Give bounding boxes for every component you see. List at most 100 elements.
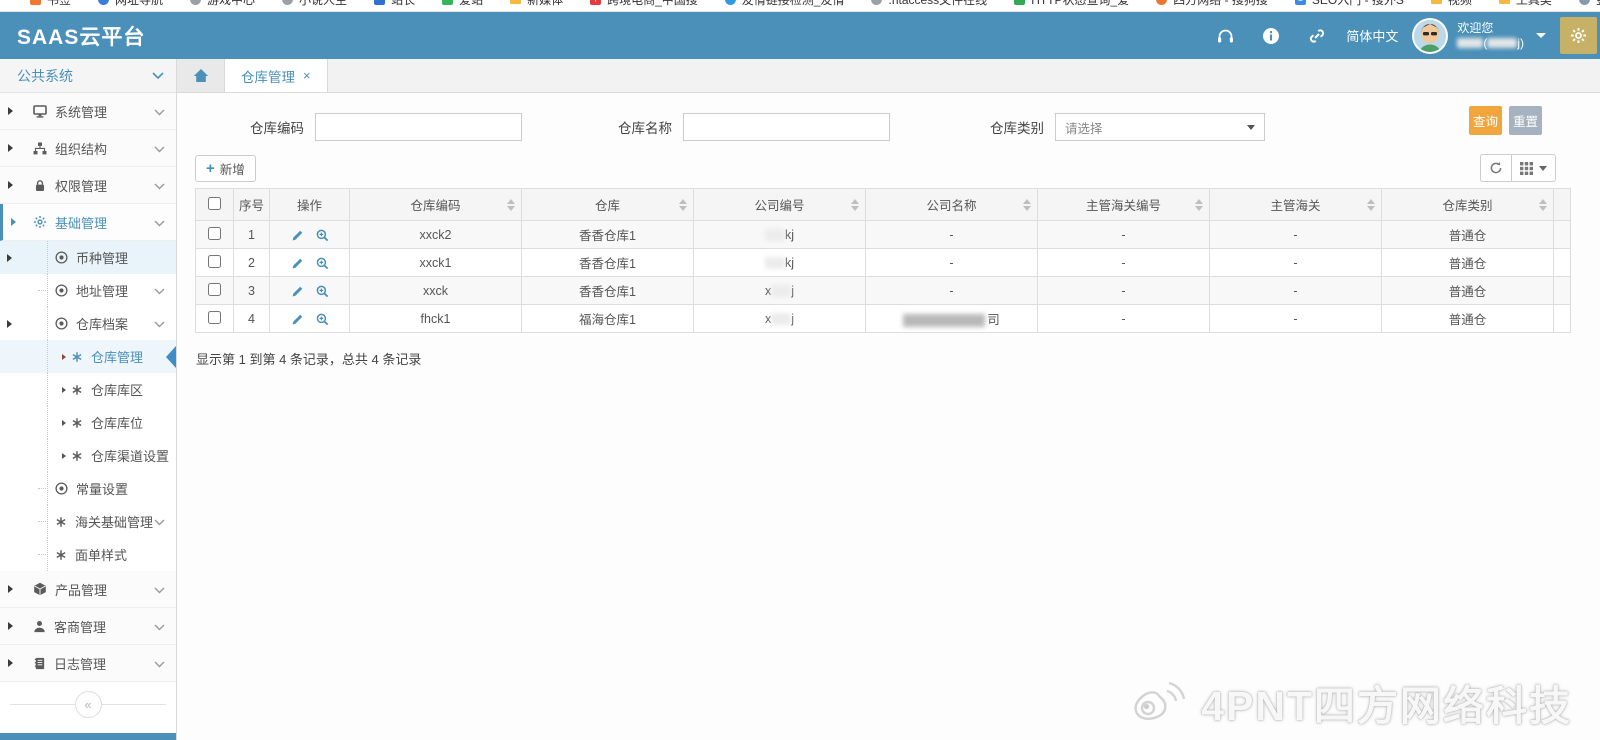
column-header-company-no[interactable]: 公司编号 xyxy=(694,189,866,221)
bookmark-item[interactable]: 网址导航 xyxy=(98,0,163,8)
tab-home[interactable] xyxy=(177,59,225,92)
add-button[interactable]: + 新增 xyxy=(195,155,256,182)
bookmark-item[interactable]: 金蝶国际软件集团 xyxy=(1579,0,1600,8)
view-zoom-icon[interactable] xyxy=(310,255,335,269)
sort-icon[interactable] xyxy=(851,199,859,211)
warehouse-name-input[interactable] xyxy=(683,113,890,141)
column-header-code[interactable]: 仓库编码 xyxy=(350,189,522,221)
sidebar-item-warehouse-zone[interactable]: 仓库库区 xyxy=(0,373,176,406)
sidebar-item-label: 客商管理 xyxy=(54,617,106,636)
sidebar-item-constant-setting[interactable]: 常量设置 xyxy=(0,472,176,505)
refresh-button[interactable] xyxy=(1480,154,1511,182)
bookmark-item[interactable]: .htaccess文件在线 xyxy=(871,0,987,8)
bookmark-favicon-icon xyxy=(98,0,109,5)
dot-circle-icon xyxy=(55,482,68,495)
column-header-customs[interactable]: 主管海关 xyxy=(1210,189,1382,221)
cell-ops xyxy=(270,277,350,305)
bookmark-item[interactable]: 友情链接检测_友情 xyxy=(725,0,845,8)
bookmark-item[interactable]: 四方网络 - 搜狗搜 xyxy=(1156,0,1268,8)
bookmark-item[interactable]: 视频 xyxy=(1431,0,1472,8)
sidebar-item-system-mgmt[interactable]: 系统管理 xyxy=(0,93,176,130)
bookmark-label: 网址导航 xyxy=(115,0,163,8)
settings-gear-button[interactable] xyxy=(1560,17,1597,54)
sidebar-item-warehouse-mgmt[interactable]: 仓库管理 xyxy=(0,340,176,373)
bookmark-item[interactable]: 书签 xyxy=(30,0,71,8)
cell-company-name: - xyxy=(866,277,1038,305)
column-header-category[interactable]: 仓库类别 xyxy=(1382,189,1554,221)
bookmark-item[interactable]: 游戏中心 xyxy=(190,0,255,8)
sidebar-item-log-mgmt[interactable]: 日志管理 xyxy=(0,645,176,682)
bookmark-item[interactable]: 小说人生 xyxy=(282,0,347,8)
columns-button[interactable] xyxy=(1511,154,1556,182)
sort-icon[interactable] xyxy=(1195,199,1203,211)
sidebar-item-warehouse-archive[interactable]: 仓库档案 xyxy=(0,307,176,340)
sidebar-item-label: 仓库库位 xyxy=(91,413,143,432)
bookmark-item[interactable]: 爱站 xyxy=(442,0,483,8)
warehouse-name-label: 仓库名称 xyxy=(618,117,672,137)
bookmark-item[interactable]: 新媒体 xyxy=(510,0,563,8)
caret-right-icon xyxy=(8,622,13,630)
sidebar-item-basic-mgmt[interactable]: 基础管理 xyxy=(0,204,176,241)
column-header-select xyxy=(196,189,234,221)
sort-icon[interactable] xyxy=(1539,199,1547,211)
sidebar-item-warehouse-channel-setting[interactable]: 仓库渠道设置 xyxy=(0,439,176,472)
bookmark-label: 爱站 xyxy=(459,0,483,8)
cell-code: fhck1 xyxy=(350,305,522,333)
info-icon[interactable] xyxy=(1248,27,1294,45)
headphones-icon[interactable] xyxy=(1202,27,1248,45)
sidebar-item-product-mgmt[interactable]: 产品管理 xyxy=(0,571,176,608)
select-all-checkbox[interactable] xyxy=(208,197,221,210)
sidebar-item-address-mgmt[interactable]: 地址管理 xyxy=(0,274,176,307)
bookmark-favicon-icon xyxy=(1431,0,1442,4)
edit-pencil-icon[interactable] xyxy=(285,227,310,241)
warehouse-category-select[interactable]: 请选择 xyxy=(1055,113,1265,141)
sort-icon[interactable] xyxy=(507,199,515,211)
sidebar-system-selector[interactable]: 公共系统 xyxy=(0,59,176,93)
user-menu-caret-icon[interactable] xyxy=(1536,33,1546,38)
edit-pencil-icon[interactable] xyxy=(285,283,310,297)
column-header-customs-no[interactable]: 主管海关编号 xyxy=(1038,189,1210,221)
bookmark-item[interactable]: 中跨境电商_中国搜 xyxy=(590,0,698,8)
view-zoom-icon[interactable] xyxy=(310,227,335,241)
warehouse-code-input[interactable] xyxy=(315,113,522,141)
row-checkbox[interactable] xyxy=(208,311,221,324)
view-zoom-icon[interactable] xyxy=(310,283,335,297)
bookmark-item[interactable]: 站长 xyxy=(374,0,415,8)
sidebar-item-waybill-style[interactable]: 面单样式 xyxy=(0,538,176,571)
sort-icon[interactable] xyxy=(679,199,687,211)
sidebar-item-label: 日志管理 xyxy=(54,654,106,673)
row-checkbox[interactable] xyxy=(208,283,221,296)
cell-warehouse: 香香仓库1 xyxy=(522,277,694,305)
bookmark-item[interactable]: 工具类 xyxy=(1499,0,1552,8)
cell-code: xxck2 xyxy=(350,221,522,249)
link-icon[interactable] xyxy=(1294,27,1340,45)
sort-icon[interactable] xyxy=(1023,199,1031,211)
sidebar-item-permission-mgmt[interactable]: 权限管理 xyxy=(0,167,176,204)
caret-right-icon xyxy=(8,585,13,593)
bookmark-item[interactable]: HTTP状态查询_爱 xyxy=(1014,0,1129,8)
avatar[interactable] xyxy=(1412,18,1448,54)
tab-warehouse-management[interactable]: 仓库管理 × xyxy=(225,59,328,92)
tab-close-icon[interactable]: × xyxy=(303,68,311,83)
view-zoom-icon[interactable] xyxy=(310,311,335,325)
reset-button[interactable]: 重置 xyxy=(1509,106,1542,135)
sidebar-item-customs-basic-mgmt[interactable]: 海关基础管理 xyxy=(0,505,176,538)
bookmark-favicon-icon xyxy=(30,0,41,5)
column-header-company-name[interactable]: 公司名称 xyxy=(866,189,1038,221)
edit-pencil-icon[interactable] xyxy=(285,311,310,325)
edit-pencil-icon[interactable] xyxy=(285,255,310,269)
sidebar-item-label: 系统管理 xyxy=(55,102,107,121)
sidebar-collapse-button[interactable]: « xyxy=(75,691,102,718)
search-button[interactable]: 查询 xyxy=(1469,106,1502,135)
language-switcher[interactable]: 简体中文 xyxy=(1346,26,1398,45)
sort-icon[interactable] xyxy=(1367,199,1375,211)
column-header-warehouse[interactable]: 仓库 xyxy=(522,189,694,221)
row-checkbox[interactable] xyxy=(208,255,221,268)
sidebar-item-org-structure[interactable]: 组织结构 xyxy=(0,130,176,167)
bookmark-item[interactable]: SSEO入门 - 搜外S xyxy=(1295,0,1404,8)
row-checkbox[interactable] xyxy=(208,227,221,240)
sidebar-item-currency-mgmt[interactable]: 币种管理 xyxy=(0,241,176,274)
sidebar-item-warehouse-location[interactable]: 仓库库位 xyxy=(0,406,176,439)
column-label: 仓库类别 xyxy=(1442,199,1492,213)
sidebar-item-customer-mgmt[interactable]: 客商管理 xyxy=(0,608,176,645)
